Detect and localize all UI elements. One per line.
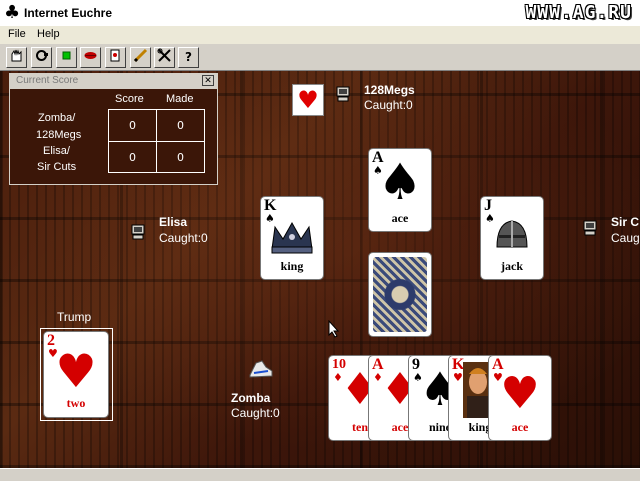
menu-help[interactable]: Help	[37, 28, 60, 40]
card-word: king	[280, 259, 304, 273]
card-corner-suit: ♥	[453, 371, 463, 384]
played-card-north: A ♠ ♠ ace	[369, 149, 431, 231]
computer-icon	[131, 224, 145, 240]
team1-made: 0	[177, 119, 184, 132]
card-back[interactable]	[369, 253, 431, 336]
hand-card-5[interactable]: A ♥ ♥ ace	[489, 356, 551, 440]
card-word: ace	[391, 211, 409, 225]
player-west-caught: Caught:0	[159, 231, 208, 245]
score-grid: 0 0 0 0	[108, 109, 205, 173]
player-south-caught: Caught:0	[231, 406, 280, 420]
card-word: two	[66, 396, 86, 410]
heart-suit-icon: ♥	[292, 84, 324, 116]
player-north-name: 128Megs	[364, 83, 415, 97]
player-south-name: Zomba	[231, 391, 271, 405]
score-panel-title: Current Score	[16, 75, 79, 86]
team2-name-line2: Sir Cuts	[37, 161, 77, 173]
card-word: jack	[501, 259, 523, 273]
crown-icon	[271, 221, 313, 254]
menu-bar: File Help	[0, 26, 640, 44]
score-column-header: Score	[115, 93, 144, 105]
heart-icon: ♥	[55, 344, 97, 398]
green-light-icon[interactable]	[56, 47, 77, 68]
player-north-caught: Caught:0	[364, 98, 413, 112]
team1-name-line1: Zomba/	[38, 112, 76, 124]
score-panel: Current Score ✕ Score Made Zomba/ 128Meg…	[9, 73, 218, 185]
card-word: ace	[511, 420, 529, 434]
helmet-icon	[496, 220, 528, 248]
team2-name-line1: Elisa/	[43, 145, 70, 157]
player-east-name: Sir C	[611, 215, 640, 229]
club-app-icon: ♣	[4, 2, 21, 23]
played-card-west: K ♠ king	[261, 197, 323, 279]
menu-file[interactable]: File	[8, 28, 26, 40]
played-card-east: J ♠ jack	[481, 197, 543, 279]
status-bar	[0, 468, 640, 481]
hand-card-icon[interactable]	[105, 47, 126, 68]
trump-card: 2 ♥ ♥ two	[44, 332, 108, 417]
mouse-cursor-icon	[328, 320, 340, 338]
game-window: ♣ Internet Euchre WWW.AG.RU File Help ?	[0, 0, 640, 481]
close-icon[interactable]: ✕	[202, 75, 214, 86]
player-west-name: Elisa	[159, 215, 188, 229]
window-title: Internet Euchre	[24, 6, 113, 20]
help-icon[interactable]: ?	[178, 47, 199, 68]
connect-icon[interactable]	[31, 47, 52, 68]
made-column-header: Made	[166, 93, 194, 105]
tools-icon[interactable]	[154, 47, 175, 68]
computer-icon	[583, 220, 597, 236]
player-east-caught: Caug	[611, 231, 640, 245]
spade-icon: ♠	[377, 153, 423, 211]
watermark-text: WWW.AG.RU	[525, 2, 632, 23]
new-game-icon[interactable]	[6, 47, 27, 68]
computer-icon	[336, 86, 350, 102]
lips-chat-icon[interactable]	[80, 47, 101, 68]
title-bar: ♣ Internet Euchre WWW.AG.RU	[0, 0, 640, 26]
toolbar: ?	[0, 44, 640, 71]
team1-score: 0	[129, 119, 136, 132]
score-panel-header: Current Score ✕	[10, 74, 217, 89]
heart-icon: ♥	[500, 368, 540, 419]
team1-name-line2: 128Megs	[36, 129, 82, 141]
team2-made: 0	[177, 151, 184, 164]
team2-score: 0	[129, 151, 136, 164]
trump-label: Trump	[57, 310, 92, 324]
sneaker-icon	[249, 360, 273, 378]
pencil-icon[interactable]	[130, 47, 151, 68]
